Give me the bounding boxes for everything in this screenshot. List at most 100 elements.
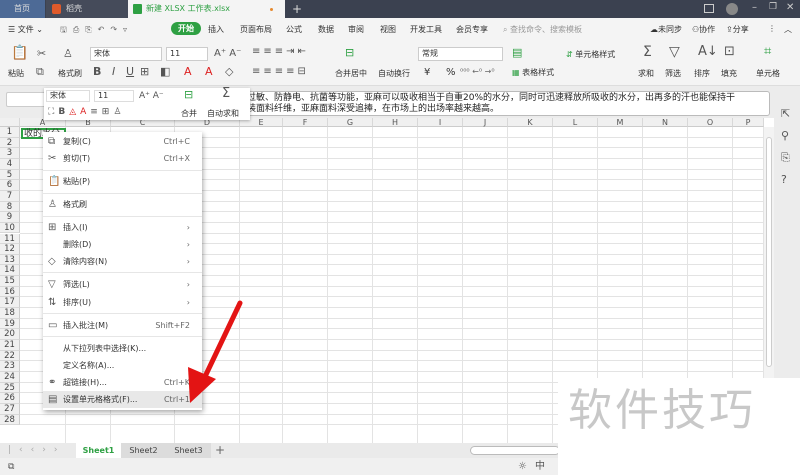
cell-button[interactable]: 单元格 (756, 68, 780, 79)
paste-icon[interactable]: 📋 (11, 46, 28, 60)
scroll-thumb[interactable] (766, 137, 772, 367)
percent-button[interactable]: % (446, 67, 456, 78)
menu-tab-data[interactable]: 数据 (318, 24, 334, 35)
context-menu-item[interactable]: ✂ 剪切(T) Ctrl+X (43, 150, 202, 167)
row-header[interactable]: 5 (0, 169, 20, 181)
column-header[interactable]: L (553, 118, 598, 127)
row-header[interactable]: 2 (0, 137, 20, 149)
row-header[interactable]: 1 (0, 127, 20, 138)
row-header[interactable]: 4 (0, 158, 20, 170)
context-menu-item[interactable]: 定义名称(A)... (43, 357, 202, 374)
row-header[interactable]: 28 (0, 414, 20, 426)
mini-merge-button[interactable]: 合并 (181, 108, 197, 119)
mini-font-select[interactable]: 宋体 (46, 90, 90, 102)
format-painter-button[interactable]: 格式刷 (58, 68, 82, 79)
quick-access-icons[interactable]: 🖫⎙⎘↶↷▿ (60, 24, 133, 38)
search-input[interactable]: ⌕ 查找命令、搜索模板 (503, 24, 582, 35)
mini-autosum-button[interactable]: 自动求和 (207, 108, 239, 119)
menu-tab-start[interactable]: 开始 (171, 22, 201, 35)
column-header[interactable]: G (328, 118, 373, 127)
font-size-select[interactable]: 11 (166, 47, 208, 61)
cut-icon[interactable]: ✂ (37, 48, 46, 60)
sort-icon[interactable]: A↓ (698, 45, 718, 58)
window-count-icon[interactable] (704, 4, 714, 13)
mini-sum-icon[interactable]: Σ (222, 87, 230, 100)
row-header[interactable]: 14 (0, 265, 20, 277)
font-color-icon[interactable]: A (184, 66, 192, 78)
row-header[interactable]: 6 (0, 180, 20, 191)
row-header[interactable]: 21 (0, 340, 20, 351)
underline-icon[interactable]: U (126, 66, 134, 78)
menu-tab-page-layout[interactable]: 页面布局 (240, 24, 272, 35)
row-header[interactable]: 7 (0, 190, 20, 202)
horizontal-scrollbar[interactable] (470, 446, 560, 455)
eye-protection-icon[interactable]: ☼ (518, 461, 527, 473)
context-menu-item[interactable]: ⚭ 超链接(H)... Ctrl+K (43, 374, 202, 391)
row-header[interactable]: 22 (0, 350, 20, 362)
row-header[interactable]: 11 (0, 233, 20, 245)
select-all-corner[interactable] (0, 118, 20, 127)
sum-button[interactable]: 求和 (638, 68, 654, 79)
row-header[interactable]: 26 (0, 393, 20, 404)
menu-tab-member[interactable]: 会员专享 (456, 24, 488, 35)
fill-color-icon[interactable]: ◧ (160, 66, 170, 78)
settings-sliders-icon[interactable]: ⚲ (781, 130, 789, 142)
tab-docer[interactable]: 稻壳 (46, 0, 128, 18)
paste-button[interactable]: 粘贴 (8, 68, 24, 79)
context-menu-item[interactable]: 📋 粘贴(P) (43, 173, 202, 190)
row-header[interactable]: 15 (0, 276, 20, 287)
context-menu-item[interactable]: ⇅ 排序(U) › (43, 294, 202, 311)
column-header[interactable]: N (643, 118, 688, 127)
clear-icon[interactable]: ◇ (225, 66, 233, 78)
row-header[interactable]: 23 (0, 361, 20, 372)
filter-button[interactable]: 筛选 (665, 68, 681, 79)
filter-icon[interactable]: ▽ (669, 45, 680, 59)
sort-button[interactable]: 排序 (694, 68, 710, 79)
number-format-select[interactable]: 常规 (418, 47, 503, 61)
formula-input[interactable]: 过敏、防静电、抗菌等功能，亚麻可以吸收相当于自重20%的水分，同时可迅速释放所吸… (240, 91, 770, 116)
row-header[interactable]: 24 (0, 371, 20, 383)
row-header[interactable]: 19 (0, 318, 20, 330)
add-sheet-button[interactable]: + (215, 443, 225, 457)
sheet-tab-1[interactable]: Sheet1 (76, 443, 121, 458)
context-menu-item[interactable]: 从下拉列表中选择(K)... (43, 340, 202, 357)
italic-icon[interactable]: I (112, 66, 115, 78)
wrap-text-button[interactable]: 自动换行 (378, 68, 410, 79)
bold-icon[interactable]: B (93, 66, 101, 78)
help-icon[interactable]: ? (781, 174, 787, 186)
conditional-format-icon[interactable]: ▤ (512, 47, 522, 59)
currency-button[interactable]: ¥ (424, 67, 430, 78)
decimal-buttons[interactable]: ⁰⁰⁰ ←⁰ →⁰ (460, 67, 495, 76)
context-menu-item[interactable]: ▤ 设置单元格格式(F)... Ctrl+1 (43, 391, 202, 408)
input-method-icon[interactable]: 中 (535, 461, 545, 473)
sync-button[interactable]: ☁未同步 (650, 24, 682, 35)
align-top-row-icons[interactable]: ≡≡≡⇥⇤ (252, 46, 309, 58)
row-header[interactable]: 12 (0, 244, 20, 255)
tab-file[interactable]: 新建 XLSX 工作表.xlsx (128, 0, 285, 18)
column-header[interactable]: O (688, 118, 733, 127)
backup-icon[interactable]: ⎘ (781, 152, 790, 164)
column-header[interactable]: M (598, 118, 643, 127)
column-header[interactable]: F (283, 118, 328, 127)
context-menu-item[interactable]: ⧉ 复制(C) Ctrl+C (43, 133, 202, 150)
macro-record-icon[interactable]: ⧉ (8, 461, 14, 473)
collab-button[interactable]: ⚇协作 (692, 24, 715, 35)
collapse-ribbon-icon[interactable]: ︿ (784, 24, 792, 35)
merge-center-button[interactable]: 合并居中 (335, 68, 367, 79)
menu-tab-review[interactable]: 审阅 (348, 24, 364, 35)
font-size-increase-icon[interactable]: A⁺ A⁻ (214, 48, 241, 60)
new-tab-button[interactable]: + (288, 0, 302, 18)
fill-button[interactable]: 填充 (721, 68, 737, 79)
mini-format-icons[interactable]: ⛶B◬A≡⊞♙ (48, 106, 125, 118)
context-menu-item[interactable]: ▽ 筛选(L) › (43, 276, 202, 293)
row-header[interactable]: 10 (0, 222, 20, 234)
fill-icon[interactable]: ⊡ (724, 45, 735, 58)
row-header[interactable]: 8 (0, 201, 20, 213)
row-header[interactable]: 17 (0, 297, 20, 309)
mini-merge-icon[interactable]: ⊟ (184, 89, 193, 101)
column-header[interactable]: H (373, 118, 418, 127)
tab-home[interactable]: 首页 (0, 0, 45, 18)
share-button[interactable]: ⇪分享 (726, 24, 749, 35)
avatar[interactable] (726, 3, 738, 15)
menu-tab-insert[interactable]: 插入 (208, 24, 224, 35)
